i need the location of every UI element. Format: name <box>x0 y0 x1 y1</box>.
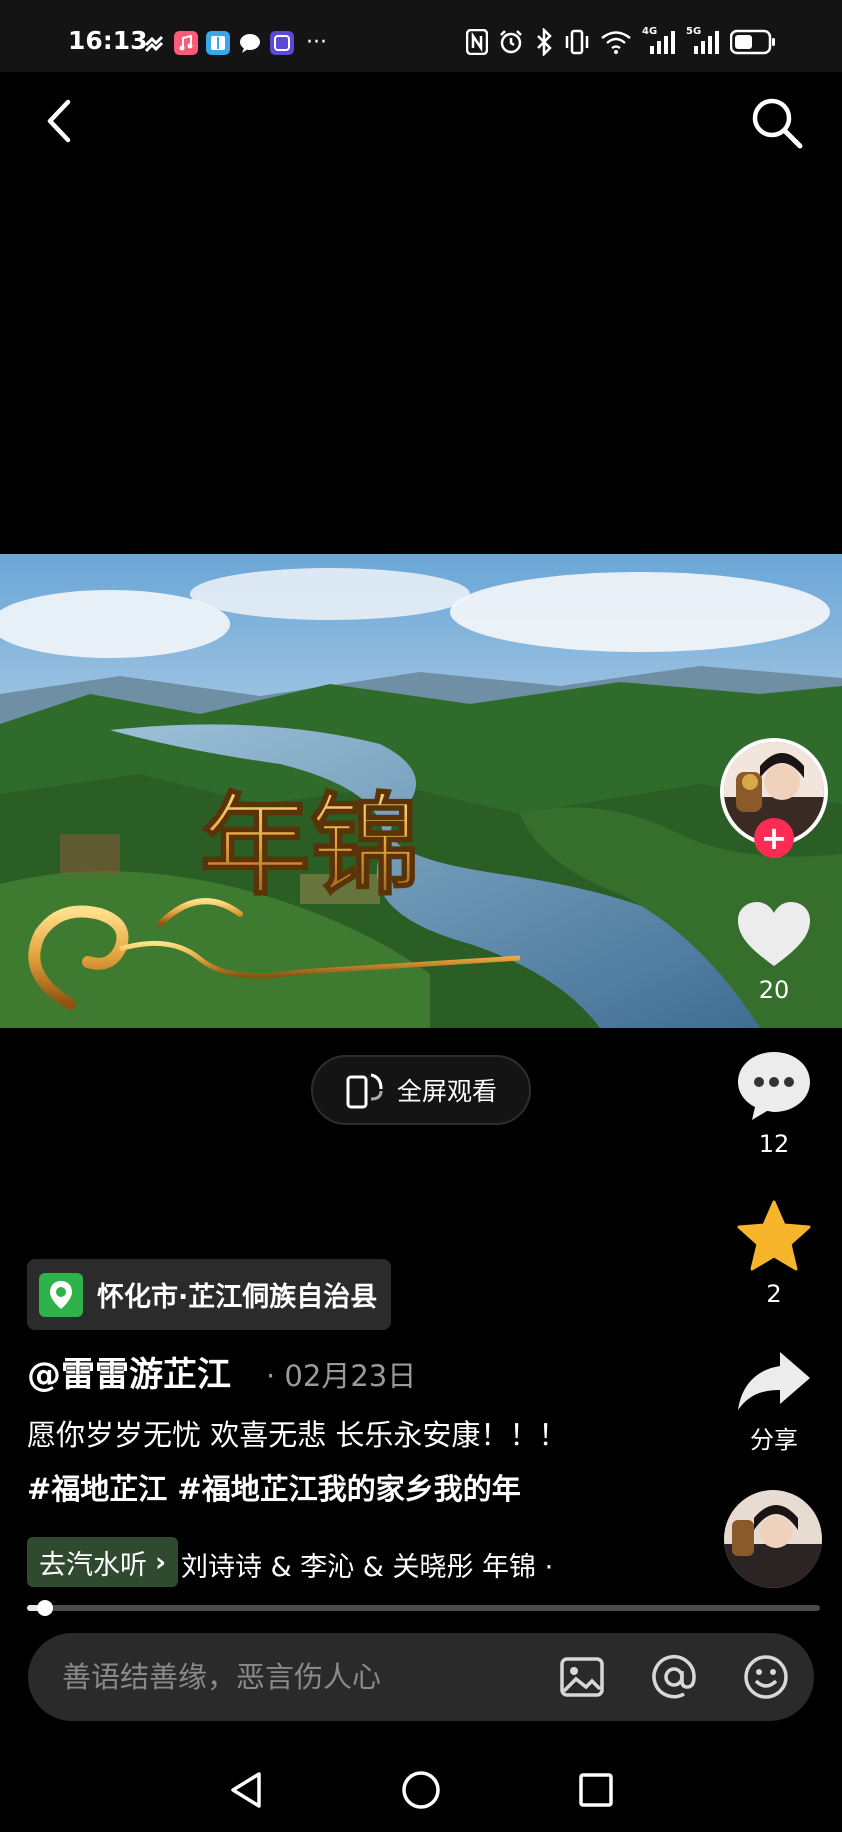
share-arrow-icon <box>738 1352 810 1410</box>
star-icon <box>737 1200 811 1271</box>
nav-home-circle-icon[interactable] <box>401 1770 441 1810</box>
comment-bubble-icon <box>738 1052 810 1120</box>
link-app-icon <box>144 35 164 52</box>
video-progress-bar[interactable] <box>27 1600 820 1616</box>
emoji-icon[interactable] <box>742 1653 790 1701</box>
status-bar: 16:13 ··· 4G 5G <box>0 0 842 72</box>
post-caption: 愿你岁岁无忧 欢喜无悲 长乐永安康！！！ <box>27 1418 568 1452</box>
status-system-icons: 4G 5G <box>466 26 776 56</box>
music-title-marquee[interactable]: 刘诗诗 & 李沁 & 关晓彤 年锦 · <box>181 1545 553 1584</box>
music-app-icon <box>174 30 198 55</box>
chat-app-icon <box>240 33 260 53</box>
video-frame-landscape: 年锦 <box>0 554 842 1028</box>
fullscreen-button[interactable]: 全屏观看 <box>311 1055 531 1125</box>
comment-count: 12 <box>758 1130 790 1158</box>
follow-button[interactable]: + <box>754 818 794 858</box>
status-time: 16:13 <box>68 26 148 55</box>
cellular-5g-icon: 5G <box>686 26 720 56</box>
music-disc-avatar[interactable] <box>724 1490 822 1588</box>
bluetooth-icon <box>537 28 552 56</box>
rotate-fullscreen-icon <box>346 1073 383 1109</box>
post-date: · 02月23日 <box>266 1359 417 1393</box>
nav-back-triangle-icon[interactable] <box>228 1770 264 1810</box>
nav-recents-square-icon[interactable] <box>578 1772 614 1808</box>
open-in-qishui-label: 去汽水听 <box>39 1549 147 1581</box>
tieba-app-icon <box>270 30 294 55</box>
image-picker-icon[interactable] <box>558 1653 606 1701</box>
share-label: 分享 <box>750 1426 798 1454</box>
mention-icon[interactable] <box>650 1653 698 1701</box>
like-button[interactable]: 20 <box>724 900 824 1004</box>
chevron-right-icon: › <box>155 1546 167 1578</box>
comment-input[interactable] <box>62 1655 482 1699</box>
nfc-icon <box>466 29 488 55</box>
vibrate-icon <box>565 29 589 55</box>
status-notification-icons: ··· <box>142 30 327 55</box>
video-player[interactable]: 年锦 <box>0 554 842 1028</box>
search-icon[interactable] <box>750 96 804 150</box>
heart-icon <box>738 902 810 966</box>
back-icon[interactable] <box>38 96 82 146</box>
music-row: 去汽水听 › 刘诗诗 & 李沁 & 关晓彤 年锦 · <box>27 1537 627 1587</box>
open-in-qishui-button[interactable]: 去汽水听 › <box>27 1537 179 1587</box>
system-navigation-bar <box>0 1748 842 1832</box>
like-count: 20 <box>758 976 790 1004</box>
more-notifications-icon: ··· <box>306 30 327 55</box>
wifi-icon <box>601 31 631 54</box>
fullscreen-label: 全屏观看 <box>396 1077 497 1106</box>
alarm-icon <box>500 30 522 54</box>
comment-bar <box>28 1633 814 1721</box>
battery-icon <box>730 29 775 55</box>
reader-app-icon <box>206 30 230 55</box>
share-button[interactable]: 分享 <box>724 1350 824 1455</box>
video-overlay-title: 年锦 <box>200 781 420 910</box>
video-progress-handle[interactable] <box>36 1600 53 1616</box>
post-hashtags[interactable]: #福地芷江 #福地芷江我的家乡我的年 <box>27 1466 521 1508</box>
location-pin-icon <box>39 1272 83 1317</box>
comment-button[interactable]: 12 <box>724 1050 824 1158</box>
location-chip[interactable]: 怀化市·芷江侗族自治县 <box>27 1259 392 1330</box>
favorite-count: 2 <box>766 1280 782 1308</box>
location-label: 怀化市·芷江侗族自治县 <box>97 1282 378 1313</box>
author-name[interactable]: @雷雷游芷江 <box>27 1347 231 1396</box>
cellular-4g-icon: 4G <box>642 26 676 56</box>
favorite-button[interactable]: 2 <box>724 1200 824 1308</box>
